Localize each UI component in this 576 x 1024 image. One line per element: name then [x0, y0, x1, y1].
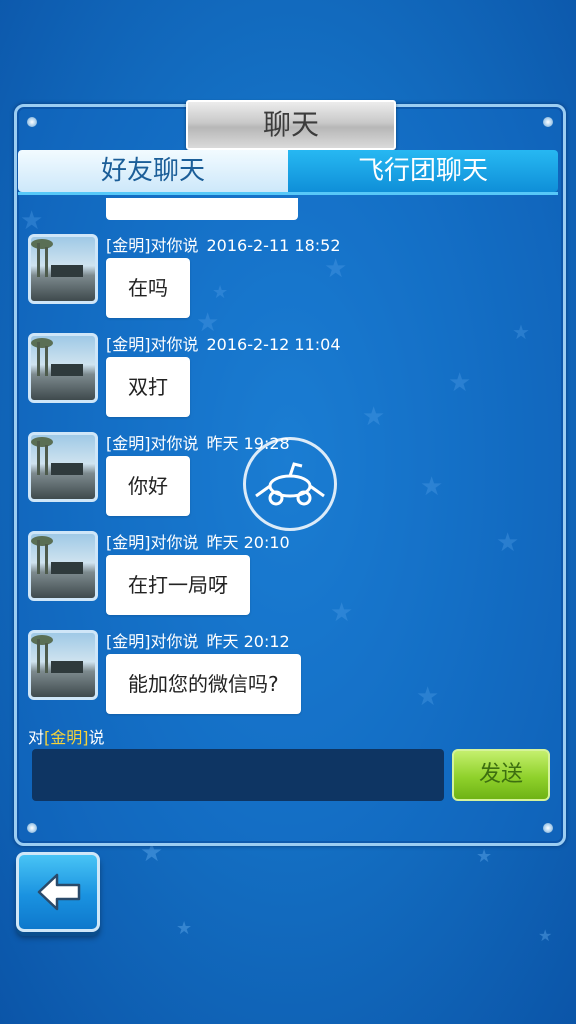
message-bubble: 双打	[106, 357, 190, 417]
message-sender: [金明]对你说	[106, 434, 199, 453]
message-time: 2016-2-11 18:52	[206, 236, 341, 255]
chat-input[interactable]	[32, 749, 444, 801]
avatar[interactable]	[28, 333, 98, 403]
star-decoration: ★	[476, 846, 493, 867]
airplane-logo-icon	[243, 437, 337, 531]
tab-underline	[18, 192, 558, 195]
message-meta: [金明]对你说 昨天 20:12	[106, 628, 290, 652]
tab-squadron-chat[interactable]: 飞行团聊天	[288, 150, 558, 192]
avatar[interactable]	[28, 630, 98, 700]
message-meta: [金明]对你说 2016-2-11 18:52	[106, 232, 341, 256]
panel-bolt	[27, 117, 37, 127]
compose-target-label: 对[金明]说	[28, 724, 105, 748]
message-meta: [金明]对你说 昨天 20:10	[106, 529, 290, 553]
message-meta: [金明]对你说 2016-2-12 11:04	[106, 331, 341, 355]
back-arrow-icon	[37, 873, 81, 911]
message-time: 2016-2-12 11:04	[206, 335, 341, 354]
page-title: 聊天	[186, 100, 396, 150]
star-decoration: ★	[538, 926, 553, 945]
message-sender: [金明]对你说	[106, 632, 199, 651]
compose-suffix: 说	[88, 728, 105, 747]
compose-prefix: 对	[28, 728, 45, 747]
message-time: 昨天 20:12	[206, 632, 290, 651]
panel-bolt	[543, 823, 553, 833]
message-item: [金明]对你说 昨天 20:12 能加您的微信吗?	[18, 628, 558, 718]
message-item: [金明]对你说 2016-2-12 11:04 双打	[18, 331, 558, 427]
avatar[interactable]	[28, 531, 98, 601]
message-item: [金明]对你说 2016-2-11 18:52 在吗	[18, 232, 558, 328]
send-button[interactable]: 发送	[452, 749, 550, 801]
avatar[interactable]	[28, 432, 98, 502]
avatar[interactable]	[28, 234, 98, 304]
chat-tabs: 好友聊天 飞行团聊天	[18, 150, 558, 195]
airplane-logo-graphic	[255, 462, 325, 506]
message-sender: [金明]对你说	[106, 533, 199, 552]
star-decoration: ★	[176, 918, 193, 939]
message-bubble: 你好	[106, 456, 190, 516]
message-sender: [金明]对你说	[106, 335, 199, 354]
panel-bolt	[27, 823, 37, 833]
tab-friend-chat[interactable]: 好友聊天	[18, 150, 288, 192]
message-bubble: 在吗	[106, 258, 190, 318]
message-time: 昨天 20:10	[206, 533, 290, 552]
message-item: [金明]对你说 昨天 20:10 在打一局呀	[18, 529, 558, 625]
message-bubble-partial	[106, 198, 298, 220]
panel-bolt	[543, 117, 553, 127]
back-button[interactable]	[16, 852, 100, 932]
compose-target-name: [金明]	[44, 728, 89, 747]
message-bubble: 能加您的微信吗?	[106, 654, 301, 714]
message-bubble: 在打一局呀	[106, 555, 250, 615]
message-sender: [金明]对你说	[106, 236, 199, 255]
